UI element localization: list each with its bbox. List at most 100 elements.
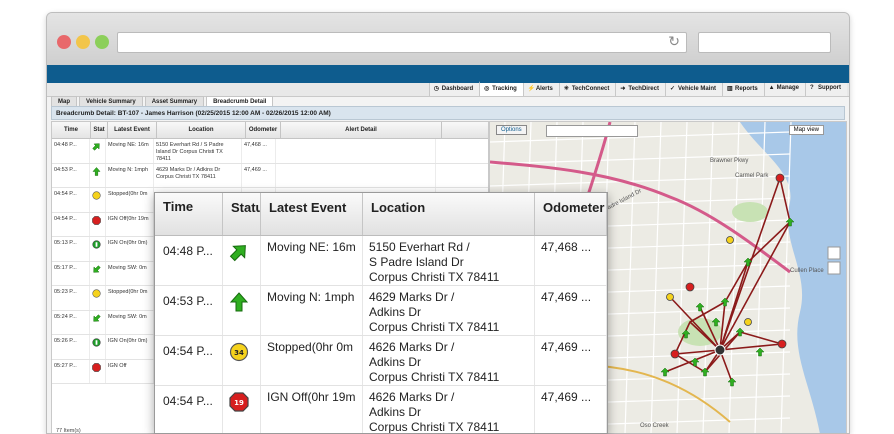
tab-label: Support — [818, 85, 841, 91]
map-search-input[interactable] — [546, 125, 638, 137]
svg-text:34: 34 — [234, 349, 244, 357]
odometer-cell: 47,469 ... — [535, 286, 607, 335]
location-line: Corpus Christi TX 78411 — [369, 270, 500, 284]
status-cell: 19 — [223, 386, 261, 433]
tab-dashboard[interactable]: ◷ Dashboard — [428, 83, 480, 96]
column-header[interactable]: Time — [52, 122, 91, 138]
park-area — [732, 202, 768, 222]
tab-label: Tracking — [492, 86, 517, 92]
callout-header: TimeStatusLatest EventLocationOdometer — [155, 193, 607, 236]
event-cell: Stopped(0hr 0m — [106, 286, 154, 310]
alert-cell — [276, 139, 436, 163]
time-cell: 04:54 P... — [52, 188, 90, 212]
event-cell: Stopped(0hr 0m — [106, 188, 154, 212]
ignition-off-marker — [685, 282, 695, 292]
moving-arrow-icon — [93, 264, 101, 273]
tab-alerts[interactable]: ⚡Alerts — [522, 83, 559, 96]
event-cell: Moving SW: 0m — [106, 261, 154, 285]
browser-search-field[interactable] — [698, 32, 831, 53]
page-title: Breadcrumb Detail: BT-107 - James Harris… — [51, 106, 845, 120]
status-cell — [90, 163, 106, 187]
street-line — [490, 131, 791, 143]
callout-column-header: Location — [363, 193, 535, 235]
status-cell — [223, 236, 261, 285]
status-cell: 34 — [223, 336, 261, 385]
callout-row: 04:54 P... 19 IGN Off(0hr 19m 4626 Marks Dr… — [155, 386, 607, 433]
status-cell — [223, 286, 261, 335]
table-row[interactable]: 04:48 P... Moving NE: 16m 5150 Everhart Rd… — [52, 139, 488, 164]
moving-marker — [720, 297, 730, 307]
callout-row: 04:54 P... 34 Stopped(0hr 0m 4626 Marks Dr … — [155, 336, 607, 386]
road-label: Oso Creek — [640, 423, 670, 429]
breadcrumb-zoom-callout: TimeStatusLatest EventLocationOdometer 0… — [154, 192, 608, 434]
browser-toolbar: ↻ — [47, 13, 849, 65]
column-header[interactable]: Latest Event — [108, 122, 157, 138]
moving-arrow-icon — [229, 245, 246, 262]
tab-support[interactable]: ? Support — [805, 83, 847, 96]
status-cell — [90, 261, 106, 285]
event-cell: Stopped(0hr 0m — [261, 336, 363, 385]
callout-row: 04:53 P... Moving N: 1mph 4629 Marks Dr / A… — [155, 286, 607, 336]
time-cell: 04:48 P... — [155, 236, 223, 285]
time-cell: 05:23 P... — [52, 286, 90, 310]
street-line — [624, 122, 636, 433]
odometer-cell: 47,469 ... — [535, 336, 607, 385]
moving-marker — [660, 367, 670, 377]
moving-arrow-icon — [92, 143, 100, 151]
location-line: S Padre Island Dr — [369, 255, 464, 269]
tab-tracking[interactable]: ◎ Tracking — [479, 81, 523, 96]
stopped-icon — [92, 191, 101, 200]
callout-column-header: Odometer — [535, 193, 607, 235]
ignition-on-icon — [92, 240, 101, 249]
item-count: 77 Item(s) — [56, 428, 81, 434]
event-cell: IGN Off(0hr 19m — [261, 386, 363, 433]
location-line: Adkins Dr — [369, 305, 422, 319]
tab-manage[interactable]: ▲ Manage — [763, 83, 805, 96]
minimize-window-button[interactable] — [76, 35, 90, 49]
moving-marker — [727, 377, 737, 387]
triangle-icon: ▲ — [768, 85, 775, 91]
ignition-off-marker — [775, 173, 785, 183]
status-cell — [90, 212, 106, 236]
tab-vehicle-maint[interactable]: ✓ Vehicle Maint — [664, 83, 722, 96]
close-window-button[interactable] — [57, 35, 71, 49]
vehicle-marker — [714, 344, 726, 356]
map-view-button[interactable]: Map view — [788, 125, 824, 135]
location-line: 4626 Marks Dr / — [369, 390, 455, 404]
event-cell: Moving SW: 0m — [106, 310, 154, 334]
time-cell: 05:24 P... — [52, 310, 90, 334]
location-cell: 4629 Marks Dr / Adkins Dr Corpus Christi… — [154, 163, 242, 187]
column-header[interactable]: Stat — [91, 122, 108, 138]
callout-column-header: Latest Event — [261, 193, 363, 235]
maximize-window-button[interactable] — [95, 35, 109, 49]
ignition-on-icon — [92, 338, 101, 347]
location-cell: 5150 Everhart Rd / S Padre Island Dr Cor… — [154, 139, 242, 163]
time-cell: 05:17 P... — [52, 261, 90, 285]
ignition-off-marker — [670, 349, 680, 359]
tab-techconnect[interactable]: ✳ TechConnect — [558, 83, 616, 96]
tab-techdirect[interactable]: ➜ TechDirect — [615, 83, 665, 96]
tab-reports[interactable]: ▥ Reports — [721, 83, 764, 96]
map-options-button[interactable]: Options — [496, 125, 527, 135]
column-header[interactable]: Alert Detail — [281, 122, 442, 138]
app-header-bar — [47, 65, 849, 83]
bolt-icon: ⚡ — [527, 86, 536, 92]
location-line: Adkins Dr — [369, 405, 422, 419]
callout-row: 04:48 P... Moving NE: 16m 5150 Everhart Rd… — [155, 236, 607, 286]
time-cell: 04:54 P... — [52, 212, 90, 236]
reload-icon[interactable]: ↻ — [668, 34, 680, 50]
time-cell: 04:54 P... — [155, 386, 223, 433]
column-header[interactable]: Odometer — [246, 122, 281, 138]
address-bar[interactable]: ↻ — [117, 32, 687, 53]
location-cell: 4629 Marks Dr / Adkins Dr Corpus Christi T… — [363, 286, 535, 335]
callout-column-header: Status — [223, 193, 261, 235]
location-line: 4629 Marks Dr / — [369, 290, 455, 304]
column-header[interactable]: Location — [157, 122, 246, 138]
street-line — [728, 122, 740, 433]
tab-label: Reports — [734, 86, 758, 92]
stopped-icon: 34 — [229, 342, 249, 362]
table-row[interactable]: 04:53 P... Moving N: 1mph 4629 Marks Dr / … — [52, 163, 488, 188]
grid-header: Time Stat Latest Event Location Odometer Aler… — [52, 122, 488, 139]
event-cell: IGN Off — [106, 359, 154, 383]
road-label: Cullen Place — [790, 268, 824, 274]
